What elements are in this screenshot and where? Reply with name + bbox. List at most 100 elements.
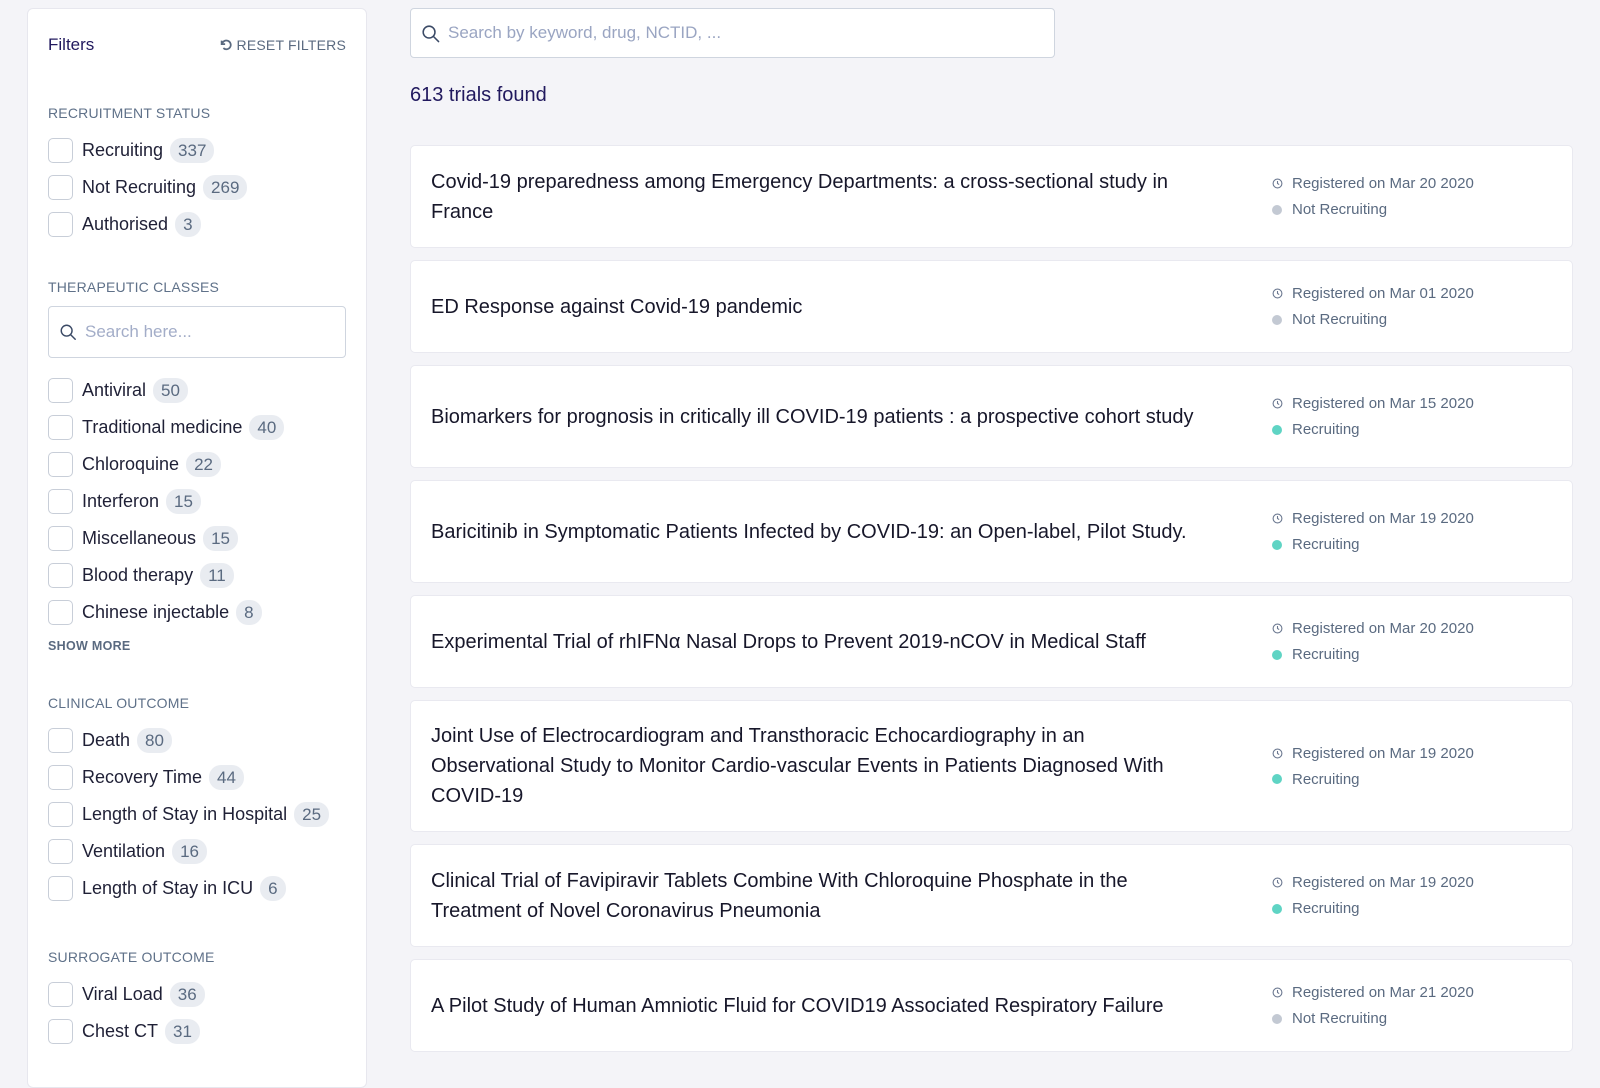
filter-option[interactable]: Not Recruiting 269	[48, 169, 346, 206]
status-dot	[1272, 539, 1282, 550]
filter-option[interactable]: Length of Stay in Hospital 25	[48, 796, 346, 833]
filter-option[interactable]: Miscellaneous 15	[48, 520, 346, 557]
checkbox[interactable]	[48, 175, 73, 200]
registered-date: Registered on Mar 19 2020	[1292, 510, 1474, 527]
option-label: Length of Stay in ICU	[82, 878, 254, 898]
clock-icon	[1272, 748, 1283, 758]
trial-meta: Registered on Mar 21 2020 Not Recruiting	[1272, 980, 1552, 1032]
checkbox[interactable]	[48, 415, 73, 440]
checkbox[interactable]	[48, 839, 73, 864]
checkbox[interactable]	[48, 489, 73, 514]
filter-option[interactable]: Authorised 3	[48, 206, 346, 243]
registered-date: Registered on Mar 19 2020	[1292, 874, 1474, 891]
trial-title[interactable]: ED Response against Covid-19 pandemic	[431, 292, 1211, 322]
count-badge: 11	[200, 563, 234, 588]
filter-option[interactable]: Ventilation 16	[48, 833, 346, 870]
option-label: Ventilation	[82, 841, 166, 861]
option-label: Not Recruiting	[82, 177, 197, 197]
surrogate-options: Viral Load 36 Chest CT 31	[48, 976, 346, 1050]
filter-option[interactable]: Recovery Time 44	[48, 759, 346, 796]
count-badge: 337	[170, 138, 215, 163]
status-label: Recruiting	[1292, 900, 1360, 917]
checkbox[interactable]	[48, 526, 73, 551]
option-label: Length of Stay in Hospital	[82, 804, 288, 824]
trial-card[interactable]: Biomarkers for prognosis in critically i…	[410, 365, 1573, 468]
search-icon	[60, 324, 76, 340]
main-search-input[interactable]	[448, 23, 1044, 43]
filter-option[interactable]: Death 80	[48, 722, 346, 759]
checkbox[interactable]	[48, 563, 73, 588]
therapeutic-search-input[interactable]	[85, 322, 335, 342]
trial-title[interactable]: Biomarkers for prognosis in critically i…	[431, 402, 1211, 432]
checkbox[interactable]	[48, 138, 73, 163]
trial-title[interactable]: A Pilot Study of Human Amniotic Fluid fo…	[431, 991, 1211, 1021]
registered-date: Registered on Mar 19 2020	[1292, 744, 1474, 762]
option-label: Viral Load	[82, 984, 163, 1004]
trial-card[interactable]: Baricitinib in Symptomatic Patients Infe…	[410, 480, 1573, 583]
checkbox[interactable]	[48, 728, 73, 753]
therapeutic-search[interactable]	[48, 306, 346, 358]
count-badge: 3	[175, 212, 201, 237]
trial-card[interactable]: Joint Use of Electrocardiogram and Trans…	[410, 700, 1573, 832]
status-dot	[1272, 204, 1282, 215]
trial-title[interactable]: Baricitinib in Symptomatic Patients Infe…	[431, 517, 1211, 547]
filter-option[interactable]: Recruiting 337	[48, 132, 346, 169]
status-dot	[1272, 903, 1282, 914]
trial-title[interactable]: Clinical Trial of Favipiravir Tablets Co…	[431, 866, 1211, 926]
checkbox[interactable]	[48, 876, 73, 901]
checkbox[interactable]	[48, 802, 73, 827]
filter-option[interactable]: Antiviral 50	[48, 372, 346, 409]
filter-option[interactable]: Blood therapy 11	[48, 557, 346, 594]
option-label: Chest CT	[82, 1021, 159, 1041]
filter-option[interactable]: Traditional medicine 40	[48, 409, 346, 446]
filter-option[interactable]: Chinese injectable 8	[48, 594, 346, 631]
status-label: Recruiting	[1292, 770, 1360, 788]
status-label: Not Recruiting	[1292, 311, 1388, 328]
option-label: Authorised	[82, 214, 169, 234]
count-badge: 15	[166, 489, 201, 514]
checkbox[interactable]	[48, 982, 73, 1007]
status-dot	[1272, 1013, 1282, 1024]
filter-option[interactable]: Chest CT 31	[48, 1013, 346, 1050]
status-dot	[1272, 774, 1282, 784]
search-icon	[422, 24, 440, 42]
checkbox[interactable]	[48, 600, 73, 625]
trial-card[interactable]: Clinical Trial of Favipiravir Tablets Co…	[410, 844, 1573, 947]
checkbox[interactable]	[48, 765, 73, 790]
count-badge: 44	[209, 765, 244, 790]
filters-header: Filters RESET FILTERS	[48, 9, 346, 79]
undo-icon	[220, 39, 232, 51]
clock-icon	[1272, 288, 1283, 299]
status-label: Recruiting	[1292, 536, 1360, 553]
trial-meta: Registered on Mar 19 2020 Recruiting	[1272, 740, 1552, 792]
filter-option[interactable]: Chloroquine 22	[48, 446, 346, 483]
trial-card[interactable]: Covid-19 preparedness among Emergency De…	[410, 145, 1573, 248]
section-title: THERAPEUTIC CLASSES	[48, 279, 220, 295]
checkbox[interactable]	[48, 378, 73, 403]
filter-option[interactable]: Viral Load 36	[48, 976, 346, 1013]
trial-meta: Registered on Mar 15 2020 Recruiting	[1272, 391, 1552, 443]
checkbox[interactable]	[48, 1019, 73, 1044]
filter-option[interactable]: Interferon 15	[48, 483, 346, 520]
trial-card[interactable]: ED Response against Covid-19 pandemic Re…	[410, 260, 1573, 353]
clock-icon	[1272, 623, 1283, 634]
trial-card[interactable]: A Pilot Study of Human Amniotic Fluid fo…	[410, 959, 1573, 1052]
clock-icon	[1272, 877, 1283, 888]
option-label: Miscellaneous	[82, 528, 197, 548]
filter-section-therapeutic: THERAPEUTIC CLASSES Antiviral 50 Traditio…	[48, 279, 346, 655]
count-badge: 40	[249, 415, 285, 440]
trial-list: Covid-19 preparedness among Emergency De…	[410, 145, 1573, 1064]
filter-option[interactable]: Length of Stay in ICU 6	[48, 870, 346, 907]
show-more-link[interactable]: SHOW MORE	[48, 639, 131, 653]
count-badge: 25	[294, 802, 330, 827]
reset-filters-button[interactable]: RESET FILTERS	[219, 37, 346, 53]
registered-date: Registered on Mar 21 2020	[1292, 984, 1474, 1001]
trial-title[interactable]: Joint Use of Electrocardiogram and Trans…	[431, 721, 1211, 811]
trial-card[interactable]: Experimental Trial of rhIFNα Nasal Drops…	[410, 595, 1573, 688]
trial-title[interactable]: Experimental Trial of rhIFNα Nasal Drops…	[431, 627, 1211, 657]
section-title: SURROGATE OUTCOME	[48, 949, 215, 965]
main-search[interactable]	[410, 8, 1055, 58]
checkbox[interactable]	[48, 452, 73, 477]
trial-title[interactable]: Covid-19 preparedness among Emergency De…	[431, 167, 1211, 227]
checkbox[interactable]	[48, 212, 73, 237]
